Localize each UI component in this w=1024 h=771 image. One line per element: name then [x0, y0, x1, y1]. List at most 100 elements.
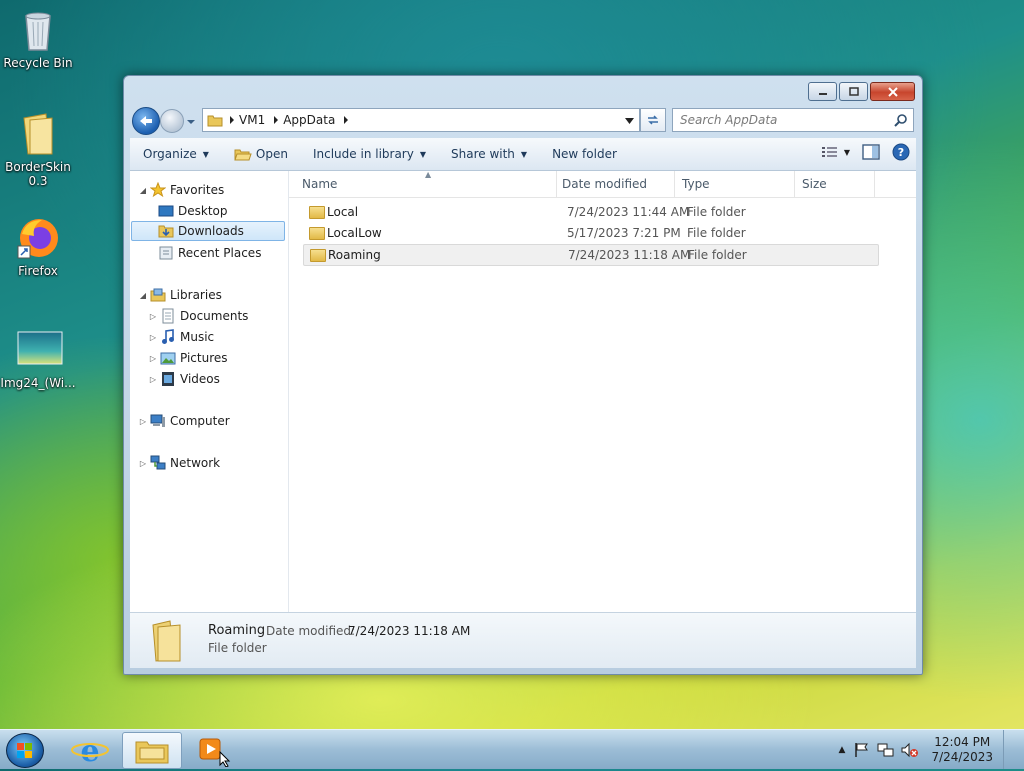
collapsed-arrow-icon[interactable]: ▷: [148, 375, 158, 384]
column-headers: Name ▲ Date modified Type Size: [289, 170, 916, 198]
nav-music[interactable]: ▷ Music: [148, 327, 214, 347]
file-date: 5/17/2023 7:21 PM: [567, 226, 681, 240]
nav-label: Pictures: [180, 351, 228, 365]
new-folder-button[interactable]: New folder: [539, 147, 629, 161]
file-row-locallow[interactable]: LocalLow 5/17/2023 7:21 PM File folder: [303, 223, 877, 243]
expanded-arrow-icon[interactable]: ◢: [138, 291, 148, 300]
file-name: Roaming: [328, 248, 381, 262]
chevron-down-icon: ▼: [520, 149, 528, 159]
details-pane: Roaming Date modified: 7/24/2023 11:18 A…: [130, 612, 916, 668]
help-icon[interactable]: ?: [892, 143, 910, 161]
videos-icon: [162, 372, 174, 386]
close-button[interactable]: [870, 82, 915, 101]
chevron-down-icon: ▼: [843, 147, 850, 157]
breadcrumb-arrow-icon[interactable]: [273, 113, 279, 127]
folder-icon: [16, 112, 60, 156]
minimize-icon: [818, 92, 827, 95]
open-folder-icon: [234, 149, 252, 161]
breadcrumb-appdata[interactable]: AppData: [283, 113, 335, 127]
nav-downloads[interactable]: Downloads: [131, 221, 285, 241]
column-header-date-modified[interactable]: Date modified: [555, 171, 675, 197]
refresh-button[interactable]: [640, 108, 666, 132]
desktop-icon-img24[interactable]: Img24_(Wi...: [0, 328, 76, 390]
file-type: File folder: [687, 205, 746, 219]
back-button[interactable]: [132, 107, 160, 135]
nav-videos[interactable]: ▷ Videos: [148, 369, 220, 389]
collapsed-arrow-icon[interactable]: ▷: [148, 333, 158, 342]
taskbar-windows-explorer[interactable]: [122, 732, 182, 769]
nav-label: Videos: [180, 372, 220, 386]
show-desktop-button[interactable]: [1003, 730, 1016, 769]
chevron-down-icon: ▼: [419, 149, 426, 159]
breadcrumb-arrow-icon[interactable]: [343, 113, 349, 127]
minimize-button[interactable]: [808, 82, 837, 101]
details-type: File folder: [208, 641, 267, 655]
search-box[interactable]: Search AppData: [672, 108, 914, 132]
desktop-icon-firefox[interactable]: Firefox: [0, 216, 76, 278]
nav-desktop[interactable]: Desktop: [156, 201, 228, 221]
view-options-button[interactable]: ▼: [821, 146, 850, 158]
file-type: File folder: [687, 226, 746, 240]
libraries-icon: [150, 288, 166, 302]
documents-icon: [162, 308, 174, 324]
collapsed-arrow-icon[interactable]: ▷: [138, 459, 148, 468]
system-tray: ▲ 12:04 PM 7/24/2023: [839, 730, 1016, 769]
folder-large-icon: [152, 620, 181, 662]
volume-muted-icon[interactable]: [901, 742, 919, 758]
network-tray-icon[interactable]: [877, 742, 895, 758]
taskbar-internet-explorer[interactable]: e: [64, 732, 116, 769]
details-date-label: Date modified:: [266, 624, 356, 638]
navigation-pane[interactable]: ◢ Favorites Desktop Downloads Recent Pla…: [130, 171, 289, 612]
explorer-window[interactable]: VM1 AppData Search AppData Organize ▼ Op…: [123, 75, 923, 675]
address-dropdown-icon[interactable]: [625, 113, 634, 127]
include-in-library-button[interactable]: Include in library ▼: [300, 147, 438, 161]
clock-date: 7/24/2023: [931, 749, 993, 764]
address-bar[interactable]: VM1 AppData: [202, 108, 640, 132]
computer-icon: [150, 414, 165, 427]
forward-button[interactable]: [160, 109, 184, 133]
search-icon[interactable]: [894, 113, 908, 127]
nav-recent-places[interactable]: Recent Places: [156, 243, 261, 263]
file-row-roaming[interactable]: Roaming 7/24/2023 11:18 AM File folder: [303, 244, 879, 266]
file-row-local[interactable]: Local 7/24/2023 11:44 AM File folder: [303, 202, 877, 222]
caption-buttons: [808, 82, 915, 101]
column-header-type[interactable]: Type: [675, 171, 795, 197]
search-input[interactable]: Search AppData: [673, 113, 894, 127]
organize-button[interactable]: Organize ▼: [130, 147, 221, 161]
star-icon: [150, 182, 166, 198]
nav-libraries[interactable]: ◢ Libraries: [138, 285, 222, 305]
maximize-button[interactable]: [839, 82, 868, 101]
nav-network[interactable]: ▷ Network: [138, 453, 220, 473]
downloads-folder-icon: [158, 225, 174, 238]
open-button[interactable]: Open: [221, 147, 300, 161]
nav-favorites[interactable]: ◢ Favorites: [138, 180, 224, 200]
media-player-icon: [199, 738, 231, 768]
desktop-icon-recycle-bin[interactable]: Recycle Bin: [0, 8, 76, 70]
nav-computer[interactable]: ▷ Computer: [138, 411, 230, 431]
breadcrumb-vm1[interactable]: VM1: [239, 113, 265, 127]
nav-pictures[interactable]: ▷ Pictures: [148, 348, 228, 368]
expanded-arrow-icon[interactable]: ◢: [138, 186, 148, 195]
nav-label: Favorites: [170, 183, 225, 197]
nav-documents[interactable]: ▷ Documents: [148, 306, 248, 326]
recent-pages-dropdown[interactable]: [186, 115, 196, 129]
share-with-button[interactable]: Share with ▼: [438, 147, 539, 161]
preview-pane-icon[interactable]: [862, 144, 880, 160]
column-header-name[interactable]: Name ▲: [295, 170, 557, 197]
collapsed-arrow-icon[interactable]: ▷: [138, 417, 148, 426]
desktop-icon-label: Img24_(Wi...: [0, 376, 76, 390]
file-list-pane[interactable]: Name ▲ Date modified Type Size Local 7/2…: [289, 170, 916, 612]
column-header-size[interactable]: Size: [795, 171, 875, 197]
action-center-flag-icon[interactable]: [853, 742, 871, 758]
start-button[interactable]: [6, 733, 44, 768]
desktop-icon-borderskin[interactable]: BorderSkin 0.3: [0, 112, 76, 188]
collapsed-arrow-icon[interactable]: ▷: [148, 312, 158, 321]
desktop-icon-label: Recycle Bin: [3, 56, 73, 70]
collapsed-arrow-icon[interactable]: ▷: [148, 354, 158, 363]
column-label: Size: [802, 177, 827, 191]
clock[interactable]: 12:04 PM 7/24/2023: [931, 735, 993, 765]
taskbar-media-player[interactable]: [186, 732, 238, 768]
show-hidden-icons-button[interactable]: ▲: [839, 745, 846, 755]
nav-label: Libraries: [170, 288, 222, 302]
breadcrumb-arrow-icon[interactable]: [229, 113, 235, 127]
